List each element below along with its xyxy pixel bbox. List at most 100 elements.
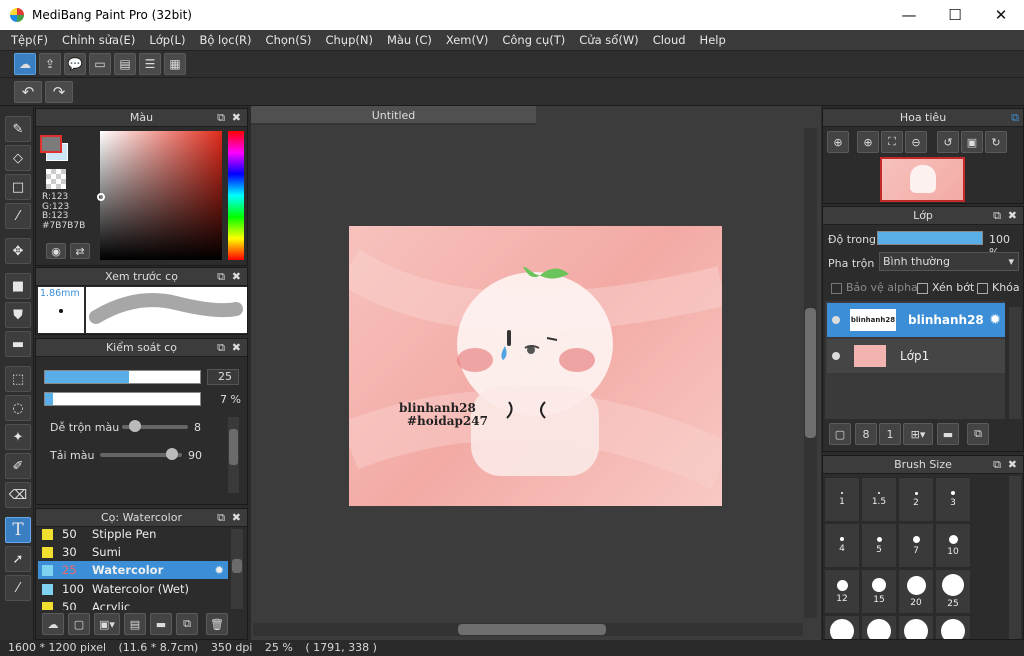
close-icon[interactable]: ✖: [232, 509, 241, 527]
menu-snap[interactable]: Chụp(N): [318, 33, 379, 47]
load-slider-knob[interactable]: [166, 448, 179, 460]
select-pen-tool[interactable]: ✐: [5, 453, 31, 479]
cloud-save-button[interactable]: ☁: [14, 53, 36, 75]
menu-layer[interactable]: Lớp(L): [142, 33, 192, 47]
brush-opacity-slider[interactable]: [44, 392, 201, 406]
layer-item-selected[interactable]: blinhanh28 blinhanh28 ✹: [827, 303, 1005, 337]
brush-control-scroll-thumb[interactable]: [229, 429, 238, 465]
comment-button[interactable]: 💬: [64, 53, 86, 75]
brush-size-option[interactable]: 5: [861, 523, 897, 568]
eraser-tool[interactable]: ◇: [5, 145, 31, 171]
cloud-brush-button[interactable]: ☁: [42, 613, 64, 635]
canvas-vertical-scroll-thumb[interactable]: [805, 308, 816, 438]
clipping-checkbox[interactable]: Xén bớt: [917, 281, 974, 294]
select-eraser-tool[interactable]: ⌫: [5, 482, 31, 508]
brush-settings-button[interactable]: ▤: [124, 613, 146, 635]
select-tool[interactable]: ⬚: [5, 366, 31, 392]
brush-folder-button[interactable]: ▬: [150, 613, 172, 635]
eyedropper-tool[interactable]: ⁄: [5, 575, 31, 601]
move-tool[interactable]: ✥: [5, 238, 31, 264]
brush-size-slider[interactable]: [44, 370, 201, 384]
brush-list-scrollbar[interactable]: [231, 529, 243, 609]
brush-list-scroll-thumb[interactable]: [232, 559, 242, 573]
menu-color[interactable]: Màu (C): [380, 33, 439, 47]
duplicate-layer-button[interactable]: ⧉: [967, 423, 989, 445]
menu-file[interactable]: Tệp(F): [4, 33, 55, 47]
operation-tool[interactable]: ➚: [5, 546, 31, 572]
magic-wand-tool[interactable]: ✦: [5, 424, 31, 450]
canvas-area[interactable]: Untitled blinhanh28 #hoidap247: [251, 106, 821, 640]
palette-button[interactable]: ◉: [46, 243, 66, 259]
menu-tools[interactable]: Công cụ(T): [495, 33, 572, 47]
blend-slider-knob[interactable]: [128, 420, 141, 432]
brush-size-option[interactable]: 20: [898, 569, 934, 614]
zoom-in-button[interactable]: ⊕: [857, 131, 879, 153]
brush-size-option[interactable]: 12: [824, 569, 860, 614]
brush-item[interactable]: 50 Stipple Pen: [38, 528, 228, 543]
new-brush-button[interactable]: ▢: [68, 613, 90, 635]
new-layer-button[interactable]: ▢: [829, 423, 851, 445]
text-tool[interactable]: T: [5, 517, 31, 543]
lasso-tool[interactable]: ◌: [5, 395, 31, 421]
close-icon[interactable]: ✖: [232, 268, 241, 286]
close-icon[interactable]: ✖: [232, 339, 241, 357]
brush-size-option[interactable]: 2: [898, 477, 934, 522]
menu-help[interactable]: Help: [693, 33, 733, 47]
popout-icon[interactable]: ⧉: [1011, 109, 1019, 127]
brush-item[interactable]: 50 Acrylic: [38, 598, 228, 610]
reset-view-button[interactable]: ▣: [961, 131, 983, 153]
layer-folder-button[interactable]: ▬: [937, 423, 959, 445]
maximize-button[interactable]: ☐: [932, 0, 978, 30]
undo-button[interactable]: ↶: [14, 80, 42, 103]
blend-mode-select[interactable]: Bình thường ▾: [879, 252, 1019, 271]
rotate-right-button[interactable]: ↻: [985, 131, 1007, 153]
close-window-button[interactable]: ✕: [978, 0, 1024, 30]
visibility-eye-icon[interactable]: [832, 352, 840, 360]
document-tab[interactable]: Untitled: [251, 106, 536, 125]
canvas-horizontal-scrollbar[interactable]: [253, 623, 803, 636]
fill-tool[interactable]: ■: [5, 273, 31, 299]
gradient-tool[interactable]: ▬: [5, 331, 31, 357]
new-1bit-layer-button[interactable]: 1: [879, 423, 901, 445]
brush-size-option[interactable]: 4: [824, 523, 860, 568]
brush-size-option[interactable]: [898, 615, 934, 639]
popout-icon[interactable]: ⧉: [993, 207, 1001, 225]
add-brush-menu-button[interactable]: ▣▾: [94, 613, 120, 635]
popout-icon[interactable]: ⧉: [217, 109, 225, 127]
brush-size-option[interactable]: [861, 615, 897, 639]
panel-grid-button[interactable]: ▦: [164, 53, 186, 75]
brush-control-scrollbar[interactable]: [228, 417, 239, 493]
popout-icon[interactable]: ⧉: [217, 268, 225, 286]
menu-filter[interactable]: Bộ lọc(R): [192, 33, 258, 47]
rectangle-tool[interactable]: □: [5, 174, 31, 200]
menu-edit[interactable]: Chỉnh sửa(E): [55, 33, 142, 47]
lock-checkbox[interactable]: Khóa: [977, 281, 1020, 294]
add-layer-menu-button[interactable]: ⊞▾: [903, 423, 933, 445]
redo-button[interactable]: ↷: [45, 80, 73, 103]
canvas-horizontal-scroll-thumb[interactable]: [458, 624, 606, 635]
artwork-canvas[interactable]: blinhanh28 #hoidap247: [349, 226, 722, 506]
close-icon[interactable]: ✖: [232, 109, 241, 127]
delete-brush-button[interactable]: 🗑: [206, 613, 228, 635]
brush-size-option[interactable]: 1: [824, 477, 860, 522]
new-halftone-layer-button[interactable]: 8: [855, 423, 877, 445]
load-slider[interactable]: [100, 448, 182, 460]
protect-alpha-checkbox[interactable]: Bảo vệ alpha: [831, 281, 918, 294]
zoom-actual-button[interactable]: ⊕: [827, 131, 849, 153]
brush-size-option[interactable]: 7: [898, 523, 934, 568]
canvas-vertical-scrollbar[interactable]: [804, 128, 817, 618]
close-icon[interactable]: ✖: [1008, 207, 1017, 225]
swap-colors-button[interactable]: ⇄: [70, 243, 90, 259]
dot-tool[interactable]: ⁄: [5, 203, 31, 229]
visibility-eye-icon[interactable]: [832, 316, 840, 324]
brush-size-option[interactable]: 25: [935, 569, 971, 614]
brush-size-option[interactable]: [935, 615, 971, 639]
brush-size-value[interactable]: 25: [207, 369, 239, 385]
brush-item-selected[interactable]: 25 Watercolor ✹: [38, 561, 228, 579]
blend-slider[interactable]: [122, 420, 188, 432]
layer-opacity-slider[interactable]: [877, 231, 983, 245]
picker-cursor[interactable]: [97, 193, 105, 201]
brush-size-scrollbar[interactable]: [1009, 476, 1021, 639]
bucket-tool[interactable]: ⛊: [5, 302, 31, 328]
duplicate-brush-button[interactable]: ⧉: [176, 613, 198, 635]
